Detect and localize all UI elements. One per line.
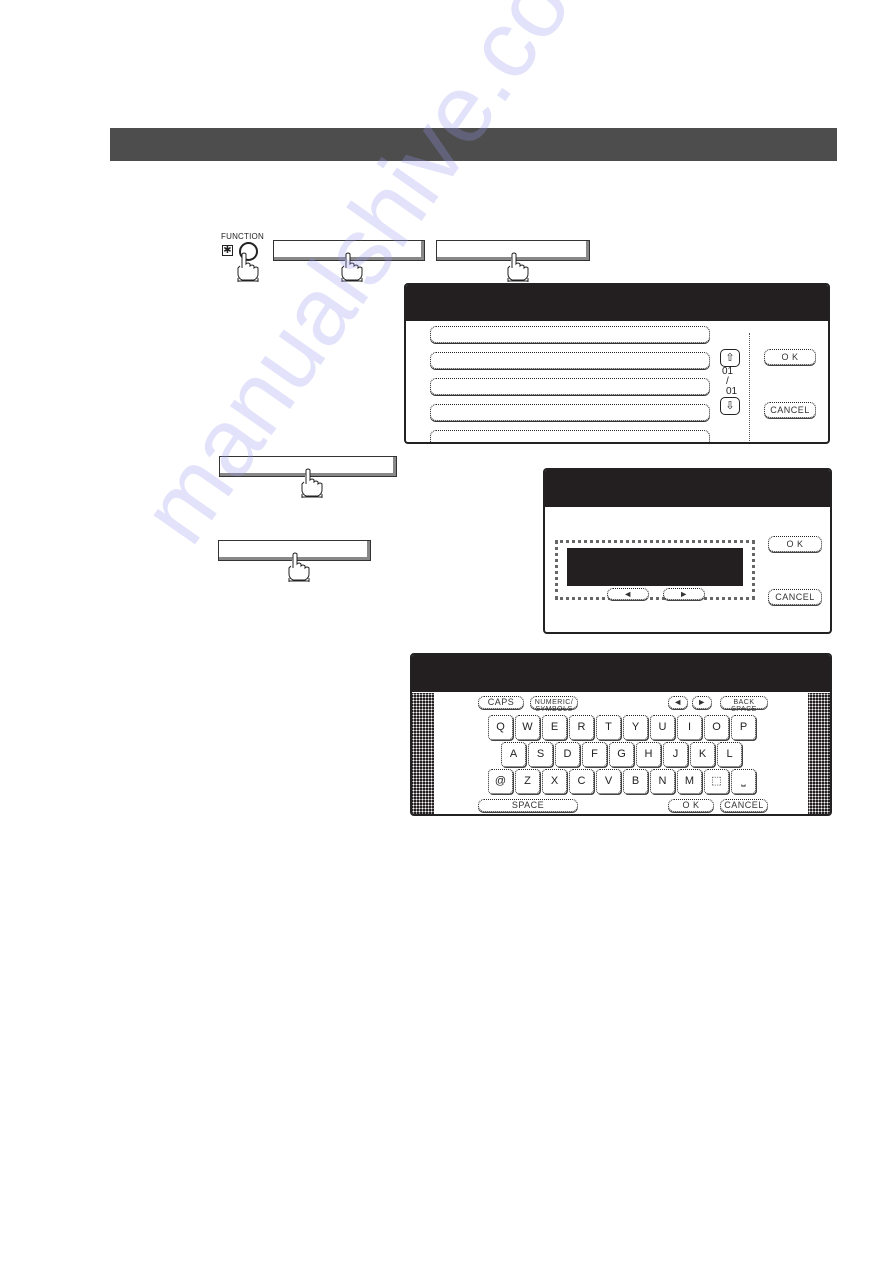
key-j[interactable]: J — [663, 742, 688, 767]
ok-button[interactable]: O K — [668, 799, 714, 812]
list-item[interactable] — [430, 378, 710, 395]
key-l[interactable]: L — [717, 742, 742, 767]
key-t[interactable]: T — [596, 715, 621, 740]
select-list-panel: ⇧ 01 / 01 ⇩ O K CANCEL — [404, 283, 830, 444]
panel-title-bar — [545, 470, 830, 508]
space-label: SPACE — [731, 706, 757, 713]
pointing-hand-icon — [301, 468, 323, 498]
numeric-label: NUMERIC/ — [534, 699, 574, 706]
cancel-button[interactable]: CANCEL — [720, 799, 768, 812]
cursor-right-button[interactable]: ► — [692, 696, 712, 709]
space-button[interactable]: SPACE — [478, 799, 578, 812]
key-g[interactable]: G — [609, 742, 634, 767]
backspace-button[interactable]: BACK SPACE — [720, 696, 768, 713]
entry-panel: ◄ ► O K CANCEL — [543, 468, 832, 634]
divider — [749, 333, 750, 441]
key-w[interactable]: W — [515, 715, 540, 740]
list-item[interactable] — [430, 326, 710, 343]
panel-title-bar — [412, 655, 830, 693]
key-d[interactable]: D — [555, 742, 580, 767]
cursor-left-button[interactable]: ◄ — [668, 696, 688, 709]
list-item[interactable] — [430, 352, 710, 369]
key-symbol-space[interactable]: ⎵ — [731, 769, 756, 794]
caps-button[interactable]: CAPS — [478, 696, 524, 709]
key-q[interactable]: Q — [488, 715, 513, 740]
symbols-label: SYMBOLS — [535, 706, 573, 713]
key-x[interactable]: X — [542, 769, 567, 794]
key-o[interactable]: O — [704, 715, 729, 740]
function-label: FUNCTION — [221, 232, 264, 241]
cursor-right-button[interactable]: ► — [663, 588, 705, 600]
pointing-hand-icon — [288, 552, 310, 582]
key-r[interactable]: R — [569, 715, 594, 740]
list-item[interactable] — [430, 430, 710, 442]
panel-title-bar — [406, 285, 828, 322]
current-page: 01 — [722, 366, 734, 377]
key-e[interactable]: E — [542, 715, 567, 740]
key-h[interactable]: H — [636, 742, 661, 767]
key-s[interactable]: S — [528, 742, 553, 767]
list-item[interactable] — [430, 404, 710, 421]
scroll-down-button[interactable]: ⇩ — [720, 397, 740, 415]
key-m[interactable]: M — [677, 769, 702, 794]
keyboard-side-pattern — [808, 693, 830, 814]
key-y[interactable]: Y — [623, 715, 648, 740]
scroll-up-button[interactable]: ⇧ — [720, 349, 740, 367]
key-u[interactable]: U — [650, 715, 675, 740]
back-label: BACK — [733, 699, 755, 706]
cancel-button[interactable]: CANCEL — [768, 589, 822, 605]
key-i[interactable]: I — [677, 715, 702, 740]
key-a[interactable]: A — [501, 742, 526, 767]
page-indicator: ⇧ 01 / 01 ⇩ — [720, 349, 740, 415]
ok-button[interactable]: O K — [764, 349, 816, 365]
key-n[interactable]: N — [650, 769, 675, 794]
total-pages: 01 — [726, 386, 738, 397]
pointing-hand-icon — [341, 252, 363, 282]
key-at[interactable]: @ — [488, 769, 513, 794]
numeric-symbols-button[interactable]: NUMERIC/ SYMBOLS — [530, 696, 578, 713]
keyboard-panel: CAPS NUMERIC/ SYMBOLS ◄ ► BACK SPACE SPA… — [410, 653, 832, 816]
pointing-hand-icon — [237, 252, 259, 282]
asterisk-icon: ✱ — [222, 245, 233, 256]
cursor-left-button[interactable]: ◄ — [607, 588, 649, 600]
keyboard-side-pattern — [412, 693, 434, 814]
key-symbol-cursor[interactable]: ⬚ — [704, 769, 729, 794]
pointing-hand-icon — [507, 252, 529, 282]
key-b[interactable]: B — [623, 769, 648, 794]
cancel-button[interactable]: CANCEL — [764, 402, 816, 418]
key-z[interactable]: Z — [515, 769, 540, 794]
ok-button[interactable]: O K — [768, 536, 822, 552]
text-entry-field[interactable] — [567, 548, 743, 586]
key-v[interactable]: V — [596, 769, 621, 794]
key-p[interactable]: P — [731, 715, 756, 740]
key-c[interactable]: C — [569, 769, 594, 794]
key-k[interactable]: K — [690, 742, 715, 767]
section-header-bar — [110, 128, 837, 161]
key-f[interactable]: F — [582, 742, 607, 767]
